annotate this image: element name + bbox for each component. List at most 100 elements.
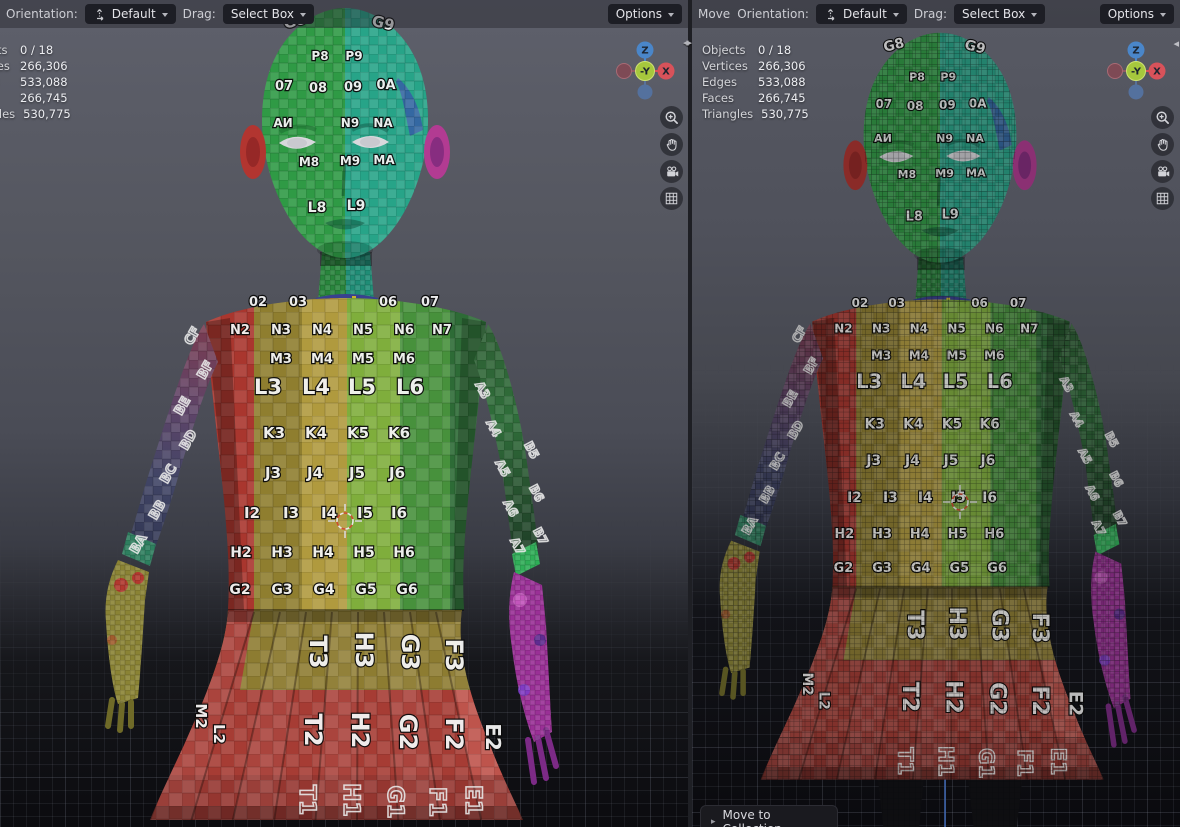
svg-text:I3: I3 [283, 504, 299, 522]
wireframe-overlay [719, 32, 1131, 780]
axis-x-handle[interactable]: X [1148, 62, 1166, 80]
svg-text:I2: I2 [244, 504, 260, 522]
svg-text:N4: N4 [312, 323, 332, 338]
axis-y-handle[interactable]: -Y [1126, 61, 1146, 81]
options-dropdown[interactable]: Options [1099, 4, 1174, 24]
viewport-canvas-right[interactable]: G8G9P8P90708090AAИN9NAM8M9MAL8L9 0203060… [692, 0, 1180, 827]
axis-z-handle[interactable]: Z [636, 41, 654, 59]
stat-row: Objects0 / 18 [702, 43, 792, 57]
divider-handle[interactable]: ◂▸ [683, 36, 692, 49]
svg-text:K3: K3 [263, 424, 285, 442]
svg-text:L6: L6 [396, 375, 424, 399]
svg-text:T3: T3 [304, 635, 332, 668]
svg-text:N6: N6 [394, 323, 414, 338]
axis-z-handle[interactable]: Z [1127, 41, 1145, 59]
grid-toggle-icon[interactable] [660, 187, 683, 210]
svg-text:L2: L2 [210, 724, 228, 744]
orientation-label: Orientation: [6, 7, 78, 21]
svg-text:F3: F3 [440, 638, 468, 671]
viewport-right[interactable]: G8G9P8P90708090AAИN9NAM8M9MAL8L9 0203060… [692, 0, 1180, 827]
chevron-down-icon [299, 12, 306, 17]
svg-text:Z: Z [1132, 46, 1139, 57]
viewport-header-right: Move Orientation: Default Drag: Select B… [692, 0, 1180, 28]
character-model-left[interactable]: G8G9P8P90708090AAИN9NAM8M9MAL8L9 0203060… [0, 0, 688, 827]
orientation-dropdown[interactable]: Default [84, 4, 176, 24]
left-hand [105, 560, 149, 733]
orientation-dropdown[interactable]: Default [815, 4, 907, 24]
operator-panel[interactable]: ▸ Move to Collection [700, 805, 838, 827]
axis-x-handle[interactable]: X [657, 62, 675, 80]
viewport-canvas-left[interactable]: G8G9P8P90708090AAИN9NAM8M9MAL8L9 0203060… [0, 0, 688, 827]
viewport-left[interactable]: G8G9P8P90708090AAИN9NAM8M9MAL8L9 0203060… [0, 0, 688, 827]
drag-dropdown[interactable]: Select Box [222, 4, 314, 24]
svg-text:G2: G2 [229, 582, 250, 598]
camera-view-icon[interactable] [660, 160, 683, 183]
svg-text:M6: M6 [393, 352, 415, 367]
svg-text:M2: M2 [192, 703, 210, 728]
svg-text:K4: K4 [305, 424, 327, 442]
svg-text:N2: N2 [230, 323, 250, 338]
svg-text:L8: L8 [308, 200, 327, 216]
character-model-right[interactable]: G8G9P8P90708090AAИN9NAM8M9MAL8L9 0203060… [692, 0, 1180, 827]
view-gizmo-left[interactable]: Z X -Y [613, 39, 677, 103]
drag-label: Drag: [913, 7, 948, 21]
drag-value: Select Box [962, 7, 1026, 21]
drag-dropdown[interactable]: Select Box [954, 4, 1046, 24]
svg-text:I4: I4 [321, 504, 337, 522]
svg-text:E1: E1 [460, 785, 485, 815]
options-label: Options [1107, 7, 1154, 21]
svg-text:H5: H5 [353, 545, 374, 561]
svg-text:G5: G5 [355, 582, 376, 598]
svg-text:L5: L5 [348, 375, 376, 399]
orientation-value: Default [111, 7, 156, 21]
zoom-icon[interactable] [1151, 106, 1174, 129]
svg-text:N3: N3 [271, 323, 291, 338]
svg-text:M5: M5 [352, 352, 374, 367]
axis-neg-z-handle[interactable] [1128, 84, 1144, 100]
stat-row: Faces266,745 [702, 91, 806, 105]
svg-text:L3: L3 [254, 375, 282, 399]
sidebar-collapse-icon[interactable]: ◂ [1173, 37, 1179, 50]
svg-text:G4: G4 [313, 582, 334, 598]
svg-text:07: 07 [275, 79, 293, 94]
orientation-icon [96, 8, 104, 21]
chevron-down-icon [161, 12, 168, 17]
svg-text:G2: G2 [394, 714, 422, 750]
view-gizmo-right[interactable]: Z X -Y [1104, 39, 1168, 103]
svg-text:H4: H4 [312, 545, 334, 561]
zoom-icon[interactable] [660, 106, 683, 129]
svg-text:L4: L4 [302, 375, 330, 399]
bodice [206, 298, 486, 611]
stat-row: Triangles530,775 [0, 107, 71, 121]
axis-y-handle[interactable]: -Y [635, 61, 655, 81]
drag-value: Select Box [230, 7, 294, 21]
svg-text:G3: G3 [271, 582, 292, 598]
options-dropdown[interactable]: Options [607, 4, 682, 24]
nav-icons-right [1151, 106, 1174, 210]
axis-neg-x-handle[interactable] [1107, 63, 1123, 79]
nav-icons-left [660, 106, 683, 210]
orientation-label: Orientation: [737, 7, 809, 21]
axis-neg-x-handle[interactable] [616, 63, 632, 79]
svg-text:J5: J5 [348, 464, 365, 482]
svg-text:K5: K5 [347, 424, 369, 442]
svg-text:H3: H3 [350, 632, 378, 669]
expand-arrow-icon: ▸ [711, 817, 716, 827]
stat-row: Faces266,745 [20, 91, 68, 105]
chevron-down-icon [668, 12, 674, 17]
operator-panel-label: Move to Collection [722, 808, 782, 827]
chevron-down-icon [1160, 12, 1166, 17]
svg-text:J6: J6 [388, 464, 405, 482]
options-label: Options [615, 7, 662, 21]
pan-hand-icon[interactable] [1151, 133, 1174, 156]
viewport-header-left: Orientation: Default Drag: Select Box Op… [0, 0, 688, 28]
svg-text:X: X [1153, 67, 1161, 78]
pan-hand-icon[interactable] [660, 133, 683, 156]
camera-view-icon[interactable] [1151, 160, 1174, 183]
grid-toggle-icon[interactable] [1151, 187, 1174, 210]
svg-text:F1: F1 [424, 787, 449, 817]
svg-text:N5: N5 [353, 323, 373, 338]
svg-text:07: 07 [421, 295, 439, 310]
svg-text:M3: M3 [270, 352, 292, 367]
axis-neg-z-handle[interactable] [637, 84, 653, 100]
